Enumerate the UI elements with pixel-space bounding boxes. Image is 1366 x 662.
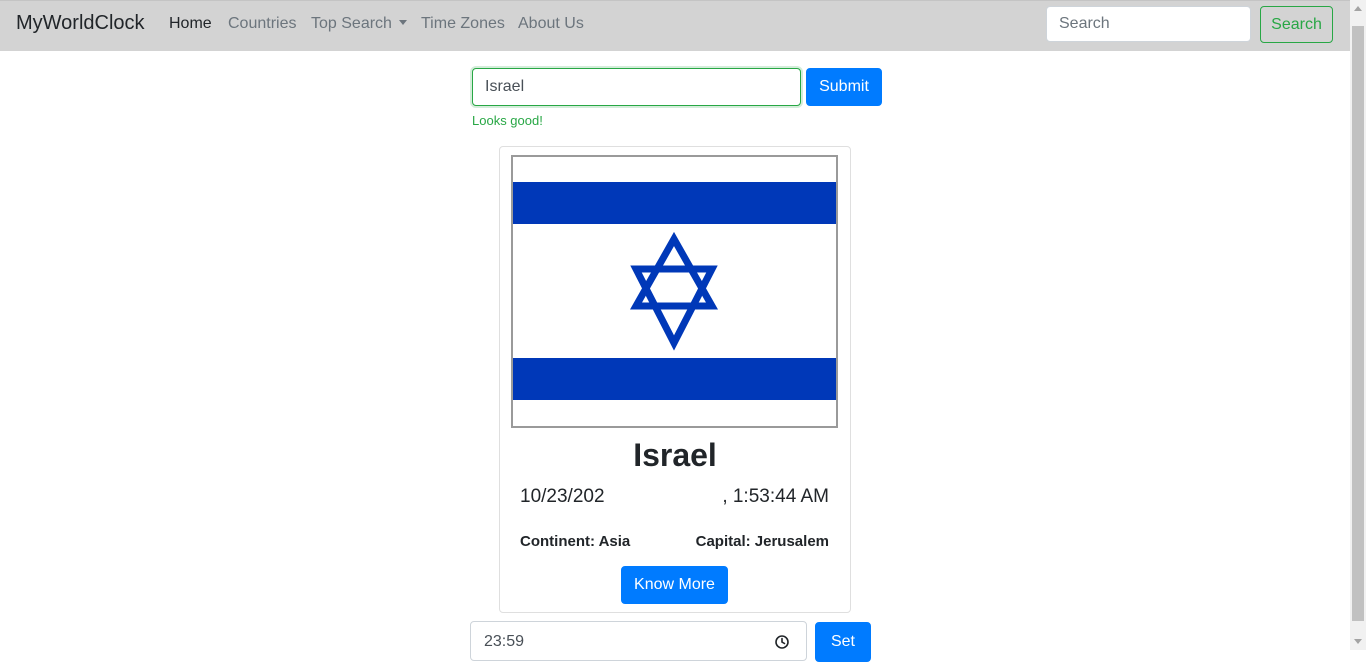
alarm-time-input[interactable]: 23:59 — [470, 621, 807, 661]
flag-graphic — [513, 157, 836, 426]
submit-button[interactable]: Submit — [806, 68, 882, 106]
nav-top-search-dropdown[interactable]: Top Search — [311, 15, 407, 33]
nav-top-search-label: Top Search — [311, 15, 392, 32]
nav-search-button[interactable]: Search — [1260, 6, 1333, 43]
nav-about-us[interactable]: About Us — [518, 15, 584, 33]
validation-feedback: Looks good! — [472, 113, 543, 128]
continent-label: Continent: Asia — [520, 533, 631, 550]
local-date: 10/23/202 — [520, 486, 605, 507]
brand-logo[interactable]: MyWorldClock — [16, 12, 145, 35]
caret-down-icon — [398, 20, 407, 25]
scroll-up-arrow-icon[interactable] — [1354, 6, 1362, 11]
know-more-button[interactable]: Know More — [621, 566, 728, 604]
country-name-heading: Israel — [633, 437, 717, 473]
scrollbar-thumb[interactable] — [1352, 26, 1364, 621]
nav-time-zones[interactable]: Time Zones — [421, 15, 505, 33]
country-input[interactable] — [472, 68, 801, 106]
nav-search-input[interactable] — [1046, 6, 1251, 42]
vertical-scrollbar[interactable] — [1350, 0, 1366, 650]
set-alarm-button[interactable]: Set — [815, 622, 871, 662]
alarm-time-value: 23:59 — [484, 633, 525, 650]
clock-icon[interactable] — [774, 634, 790, 650]
capital-label: Capital: Jerusalem — [695, 533, 829, 550]
nav-home[interactable]: Home — [169, 15, 212, 33]
navbar: MyWorldClock Home Countries Top Search T… — [0, 0, 1350, 51]
country-card: Israel 10/23/202 , 1:53:44 AM Continent:… — [499, 146, 851, 613]
israel-flag-image — [511, 155, 838, 428]
local-time: , 1:53:44 AM — [722, 486, 829, 507]
nav-countries[interactable]: Countries — [228, 15, 296, 33]
scroll-down-arrow-icon[interactable] — [1354, 639, 1362, 644]
